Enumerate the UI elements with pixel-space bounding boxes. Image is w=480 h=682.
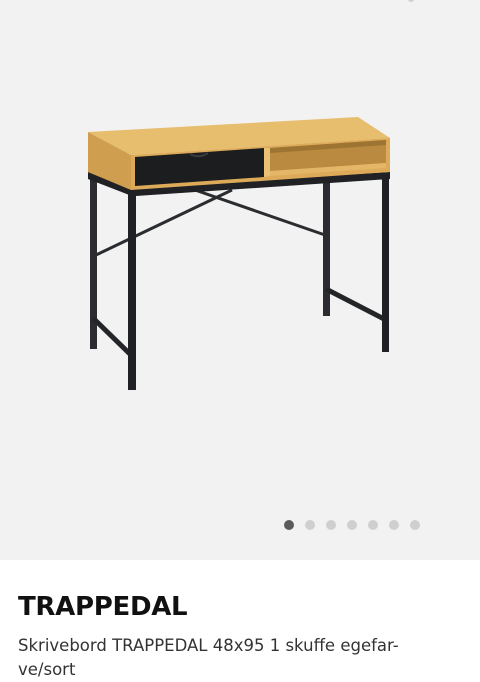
cross-brace-1 [95,188,233,257]
product-title: TRAPPEDAL [18,592,188,622]
front-left-leg [128,192,136,390]
product-image-gallery[interactable] [0,0,480,560]
image-pagination-dots [0,518,480,532]
left-foot-bar [91,316,134,358]
pagination-dot-4[interactable] [347,520,357,530]
cross-brace-2 [194,188,326,237]
front-right-leg [382,176,389,352]
pagination-dot-1[interactable] [284,520,294,530]
pagination-dot-7[interactable] [410,520,420,530]
product-description-line-1: Skrivebord TRAPPEDAL 48x95 1 skuffe egef… [18,636,399,655]
product-description-line-2: ve/sort [18,660,76,679]
pagination-dot-6[interactable] [389,520,399,530]
product-image-desk[interactable] [0,0,480,500]
product-description: Skrivebord TRAPPEDAL 48x95 1 skuffe egef… [18,634,458,682]
desk-divider [264,148,270,177]
pagination-dot-2[interactable] [305,520,315,530]
pagination-dot-5[interactable] [368,520,378,530]
back-right-leg [323,180,330,316]
product-info: TRAPPEDAL Skrivebord TRAPPEDAL 48x95 1 s… [0,560,480,681]
right-foot-bar [324,286,388,323]
pagination-dot-3[interactable] [326,520,336,530]
